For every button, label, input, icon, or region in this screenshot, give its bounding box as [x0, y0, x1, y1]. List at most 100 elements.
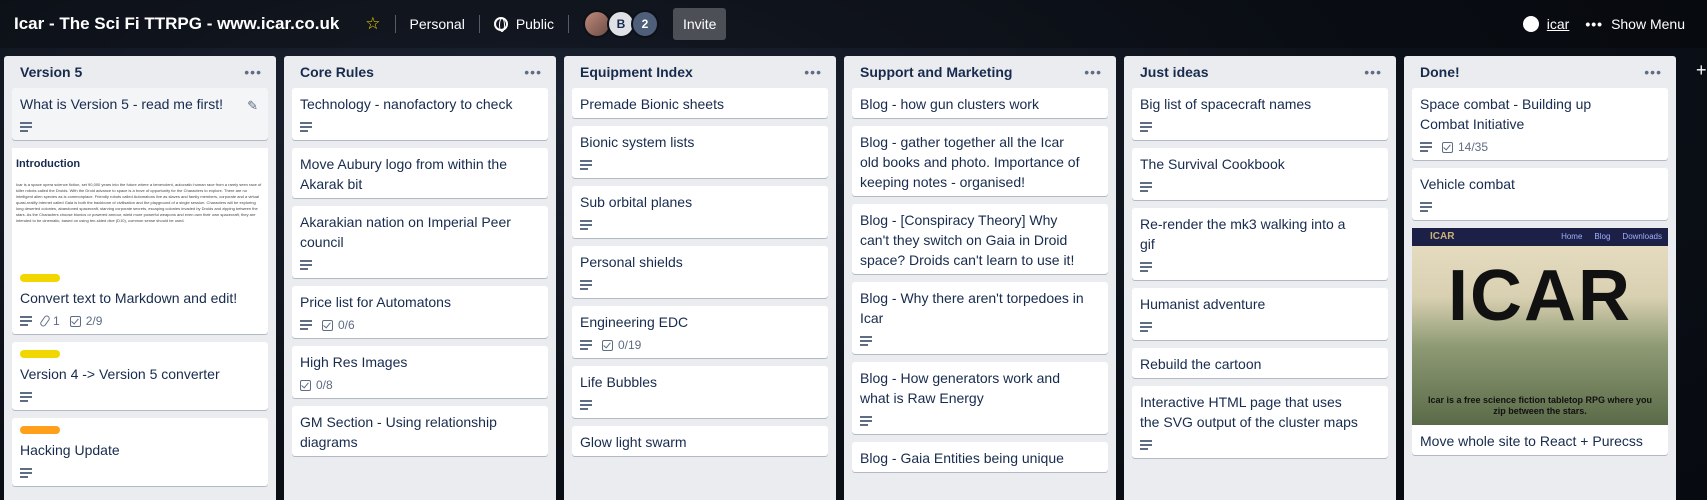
card-title: Price list for Automatons — [300, 294, 451, 310]
card[interactable]: Humanist adventure — [1132, 288, 1388, 340]
description-icon — [580, 280, 592, 290]
description-icon — [20, 122, 32, 132]
card[interactable]: Blog - Why there aren't torpedoes in Ica… — [852, 282, 1108, 354]
list-menu-icon[interactable]: ••• — [524, 64, 542, 80]
checklist-count: 14/35 — [1458, 140, 1489, 154]
description-icon — [20, 392, 32, 402]
card-title: Engineering EDC — [580, 314, 689, 330]
label-orange — [20, 426, 60, 434]
card[interactable]: ICAR Home Blog Downloads ICAR Icar is a … — [1412, 228, 1668, 455]
card[interactable]: Premade Bionic sheets — [572, 88, 828, 118]
card-title: Interactive HTML page that uses the SVG … — [1140, 394, 1358, 430]
visibility-label: Public — [515, 16, 554, 32]
card[interactable]: High Res Images 0/8 — [292, 346, 548, 398]
description-icon — [1420, 202, 1432, 212]
list-menu-icon[interactable]: ••• — [1084, 64, 1102, 80]
card[interactable]: Version 4 -> Version 5 converter — [12, 342, 268, 410]
card[interactable]: Interactive HTML page that uses the SVG … — [1132, 386, 1388, 458]
card-badges — [580, 156, 820, 174]
list-menu-icon[interactable]: ••• — [1644, 64, 1662, 80]
list-title[interactable]: Support and Marketing — [860, 64, 1012, 80]
card[interactable]: Introduction Icar is a space opera scien… — [12, 148, 268, 334]
card-title: Convert text to Markdown and edit! — [20, 290, 238, 306]
card-badges — [20, 388, 260, 406]
card-title: Life Bubbles — [580, 374, 658, 390]
card[interactable]: Vehicle combat — [1412, 168, 1668, 220]
card-title: Glow light swarm — [580, 434, 687, 450]
board-title[interactable]: Icar - The Sci Fi TTRPG - www.icar.co.uk — [14, 14, 339, 34]
card-badges — [300, 256, 540, 274]
card[interactable]: Engineering EDC 0/19 — [572, 306, 828, 358]
card[interactable]: Space combat - Building up Combat Initia… — [1412, 88, 1668, 160]
card-badges — [1140, 436, 1380, 454]
card-badges — [860, 332, 1100, 350]
list-title[interactable]: Core Rules — [300, 64, 374, 80]
card-title: Sub orbital planes — [580, 194, 693, 210]
card[interactable]: Akarakian nation on Imperial Peer counci… — [292, 206, 548, 278]
list-core-rules[interactable]: Core Rules ••• Technology - nanofactory … — [284, 56, 556, 500]
show-menu-button[interactable]: ••• Show Menu — [1577, 8, 1693, 40]
description-icon — [300, 260, 312, 270]
description-icon — [580, 340, 592, 350]
card[interactable]: Technology - nanofactory to check — [292, 88, 548, 140]
card[interactable]: Glow light swarm — [572, 426, 828, 456]
card-title: GM Section - Using relationship diagrams — [300, 414, 497, 450]
cover-site-nav: ICAR Home Blog Downloads — [1412, 228, 1668, 246]
description-icon — [20, 316, 32, 326]
card[interactable]: The Survival Cookbook — [1132, 148, 1388, 200]
list-version-5[interactable]: Version 5 ••• What is Version 5 - read m… — [4, 56, 276, 500]
card[interactable]: Rebuild the cartoon — [1132, 348, 1388, 378]
github-link[interactable]: icar — [1515, 8, 1578, 40]
description-icon — [1140, 122, 1152, 132]
description-icon — [1140, 262, 1152, 272]
card[interactable]: Blog - how gun clusters work — [852, 88, 1108, 118]
card-badges: 0/8 — [300, 376, 540, 394]
github-icon — [1522, 16, 1539, 32]
list-title[interactable]: Just ideas — [1140, 64, 1208, 80]
card[interactable]: Blog - Gaia Entities being unique — [852, 442, 1108, 472]
list-done[interactable]: Done! ••• Space combat - Building up Com… — [1404, 56, 1676, 500]
card[interactable]: Blog - How generators work and what is R… — [852, 362, 1108, 434]
card[interactable]: Life Bubbles — [572, 366, 828, 418]
description-icon — [300, 320, 312, 330]
invite-button[interactable]: Invite — [672, 8, 727, 40]
list-title[interactable]: Version 5 — [20, 64, 82, 80]
card[interactable]: Blog - [Conspiracy Theory] Why can't the… — [852, 204, 1108, 274]
card[interactable]: Bionic system lists — [572, 126, 828, 178]
card[interactable]: Sub orbital planes — [572, 186, 828, 238]
list-menu-icon[interactable]: ••• — [244, 64, 262, 80]
card-title: Blog - [Conspiracy Theory] Why can't the… — [860, 212, 1075, 268]
card[interactable]: Re-render the mk3 walking into a gif — [1132, 208, 1388, 280]
card[interactable]: Move Aubury logo from within the Akarak … — [292, 148, 548, 198]
list-menu-icon[interactable]: ••• — [804, 64, 822, 80]
card[interactable]: Blog - gather together all the Icar old … — [852, 126, 1108, 196]
checklist-count: 0/6 — [338, 318, 355, 332]
card-title: Blog - gather together all the Icar old … — [860, 134, 1080, 190]
card[interactable]: What is Version 5 - read me first! ✎ — [12, 88, 268, 140]
card[interactable]: Personal shields — [572, 246, 828, 298]
divider — [567, 15, 569, 33]
star-button[interactable]: ☆ — [357, 8, 388, 40]
card-title: Move whole site to React + Purecss — [1420, 433, 1643, 449]
list-just-ideas[interactable]: Just ideas ••• Big list of spacecraft na… — [1124, 56, 1396, 500]
card-title: Rebuild the cartoon — [1140, 356, 1262, 372]
pencil-icon[interactable]: ✎ — [247, 96, 258, 116]
list-support-and-marketing[interactable]: Support and Marketing ••• Blog - how gun… — [844, 56, 1116, 500]
list-menu-icon[interactable]: ••• — [1364, 64, 1382, 80]
visibility-button[interactable]: Public — [486, 8, 562, 40]
list-title[interactable]: Done! — [1420, 64, 1460, 80]
card[interactable]: Big list of spacecraft names — [1132, 88, 1388, 140]
more-members-count[interactable]: 2 — [630, 10, 659, 38]
list-equipment-index[interactable]: Equipment Index ••• Premade Bionic sheet… — [564, 56, 836, 500]
card-title: Akarakian nation on Imperial Peer counci… — [300, 214, 511, 250]
cover-text: Icar is a space opera science fiction, s… — [16, 182, 262, 223]
list-header: Support and Marketing ••• — [852, 56, 1108, 88]
card[interactable]: Hacking Update — [12, 418, 268, 486]
list-title[interactable]: Equipment Index — [580, 64, 693, 80]
workspace-button[interactable]: Personal — [402, 8, 473, 40]
checklist-count: 0/8 — [316, 378, 333, 392]
checklist-icon — [1442, 141, 1453, 153]
card[interactable]: Price list for Automatons 0/6 — [292, 286, 548, 338]
card[interactable]: GM Section - Using relationship diagrams — [292, 406, 548, 456]
add-list-button[interactable]: + — [1696, 60, 1707, 81]
